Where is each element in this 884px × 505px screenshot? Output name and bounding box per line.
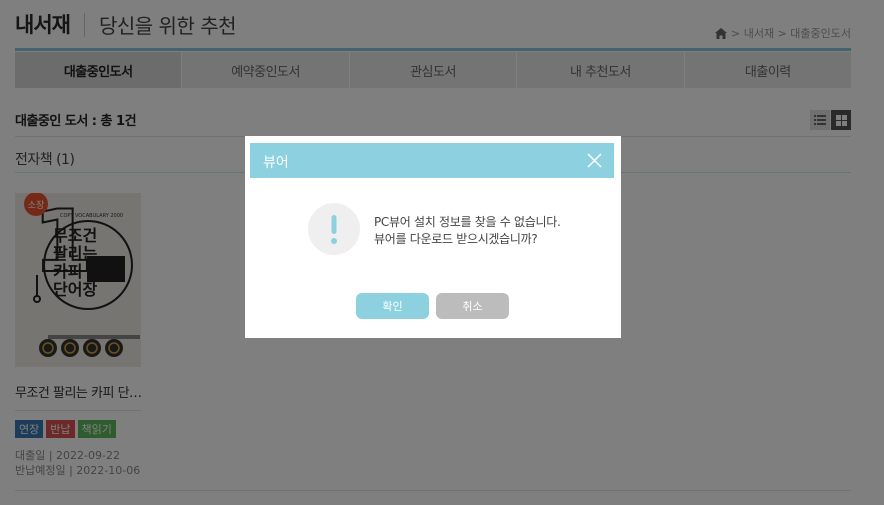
cancel-button[interactable]: 취소: [436, 293, 509, 319]
dialog-header: 뷰어: [250, 143, 614, 178]
exclamation-icon: [331, 215, 337, 244]
dialog-message-line-1: PC뷰어 설치 정보를 찾을 수 없습니다.: [374, 215, 561, 229]
dialog-title: 뷰어: [263, 155, 289, 171]
alert-icon: [308, 203, 360, 255]
viewer-dialog: 뷰어 PC뷰어 설치 정보를 찾을 수 없습니다. 뷰어를 다운로드 받으시겠습…: [245, 136, 621, 338]
confirm-button[interactable]: 확인: [356, 293, 429, 319]
close-icon[interactable]: [587, 153, 602, 168]
dialog-message-line-2: 뷰어를 다운로드 받으시겠습니까?: [374, 232, 538, 246]
